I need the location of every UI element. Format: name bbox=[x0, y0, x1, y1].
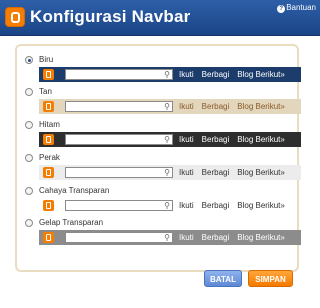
share-link[interactable]: Berbagi bbox=[202, 70, 230, 79]
follow-link[interactable]: Ikuti bbox=[179, 102, 194, 111]
option-radio[interactable] bbox=[25, 88, 33, 96]
search-icon: ⚲ bbox=[164, 70, 170, 79]
option-label: Tan bbox=[39, 87, 52, 96]
page-title: Konfigurasi Navbar bbox=[30, 7, 191, 26]
blogger-icon bbox=[43, 167, 54, 178]
option-radio[interactable] bbox=[25, 187, 33, 195]
follow-link[interactable]: Ikuti bbox=[179, 233, 194, 242]
option-label: Gelap Transparan bbox=[39, 218, 104, 227]
option-label: Perak bbox=[39, 153, 60, 162]
next-blog-link[interactable]: Blog Berikut» bbox=[237, 233, 285, 242]
help-link[interactable]: ? Bantuan bbox=[277, 3, 316, 13]
next-blog-link[interactable]: Blog Berikut» bbox=[237, 201, 285, 210]
search-input[interactable]: ⚲ bbox=[65, 69, 173, 80]
option-radio[interactable] bbox=[25, 121, 33, 129]
next-blog-link[interactable]: Blog Berikut» bbox=[237, 168, 285, 177]
blogger-icon bbox=[43, 69, 54, 80]
blogger-logo-icon bbox=[5, 7, 25, 27]
search-icon: ⚲ bbox=[164, 233, 170, 242]
search-icon: ⚲ bbox=[164, 135, 170, 144]
next-blog-link[interactable]: Blog Berikut» bbox=[237, 70, 285, 79]
navbar-links: Ikuti Berbagi Blog Berikut» bbox=[179, 101, 293, 112]
navbar-links: Ikuti Berbagi Blog Berikut» bbox=[179, 69, 293, 80]
navbar-links: Ikuti Berbagi Blog Berikut» bbox=[179, 134, 293, 145]
navbar-preview: ⚲ Ikuti Berbagi Blog Berikut» bbox=[39, 67, 301, 82]
search-input[interactable]: ⚲ bbox=[65, 232, 173, 243]
follow-link[interactable]: Ikuti bbox=[179, 70, 194, 79]
navbar-links: Ikuti Berbagi Blog Berikut» bbox=[179, 232, 293, 243]
navbar-preview: ⚲ Ikuti Berbagi Blog Berikut» bbox=[39, 99, 301, 114]
navbar-preview: ⚲ Ikuti Berbagi Blog Berikut» bbox=[39, 230, 301, 245]
follow-link[interactable]: Ikuti bbox=[179, 201, 194, 210]
option-radio[interactable] bbox=[25, 219, 33, 227]
blogger-icon bbox=[43, 232, 54, 243]
share-link[interactable]: Berbagi bbox=[202, 201, 230, 210]
share-link[interactable]: Berbagi bbox=[202, 102, 230, 111]
follow-link[interactable]: Ikuti bbox=[179, 135, 194, 144]
blogger-icon bbox=[43, 101, 54, 112]
search-icon: ⚲ bbox=[164, 201, 170, 210]
next-blog-link[interactable]: Blog Berikut» bbox=[237, 102, 285, 111]
header-bar: Konfigurasi Navbar ? Bantuan bbox=[0, 0, 320, 36]
navbar-preview: ⚲ Ikuti Berbagi Blog Berikut» bbox=[39, 198, 301, 213]
help-icon: ? bbox=[277, 5, 286, 13]
share-link[interactable]: Berbagi bbox=[202, 233, 230, 242]
search-input[interactable]: ⚲ bbox=[65, 167, 173, 178]
help-label: Bantuan bbox=[286, 3, 316, 12]
share-link[interactable]: Berbagi bbox=[202, 168, 230, 177]
navbar-links: Ikuti Berbagi Blog Berikut» bbox=[179, 167, 293, 178]
blogger-icon bbox=[43, 134, 54, 145]
navbar-links: Ikuti Berbagi Blog Berikut» bbox=[179, 200, 293, 211]
option-label: Cahaya Transparan bbox=[39, 186, 110, 195]
follow-link[interactable]: Ikuti bbox=[179, 168, 194, 177]
option-label: Biru bbox=[39, 55, 54, 64]
navbar-preview: ⚲ Ikuti Berbagi Blog Berikut» bbox=[39, 165, 301, 180]
blogger-icon bbox=[43, 200, 54, 211]
navbar-preview: ⚲ Ikuti Berbagi Blog Berikut» bbox=[39, 132, 301, 147]
option-radio[interactable] bbox=[25, 154, 33, 162]
search-icon: ⚲ bbox=[164, 102, 170, 111]
search-input[interactable]: ⚲ bbox=[65, 101, 173, 112]
save-button[interactable]: SIMPAN bbox=[248, 270, 293, 287]
option-radio[interactable] bbox=[25, 56, 33, 64]
search-input[interactable]: ⚲ bbox=[65, 134, 173, 145]
next-blog-link[interactable]: Blog Berikut» bbox=[237, 135, 285, 144]
search-input[interactable]: ⚲ bbox=[65, 200, 173, 211]
search-icon: ⚲ bbox=[164, 168, 170, 177]
cancel-button[interactable]: BATAL bbox=[204, 270, 242, 287]
option-label: Hitam bbox=[39, 120, 60, 129]
share-link[interactable]: Berbagi bbox=[202, 135, 230, 144]
